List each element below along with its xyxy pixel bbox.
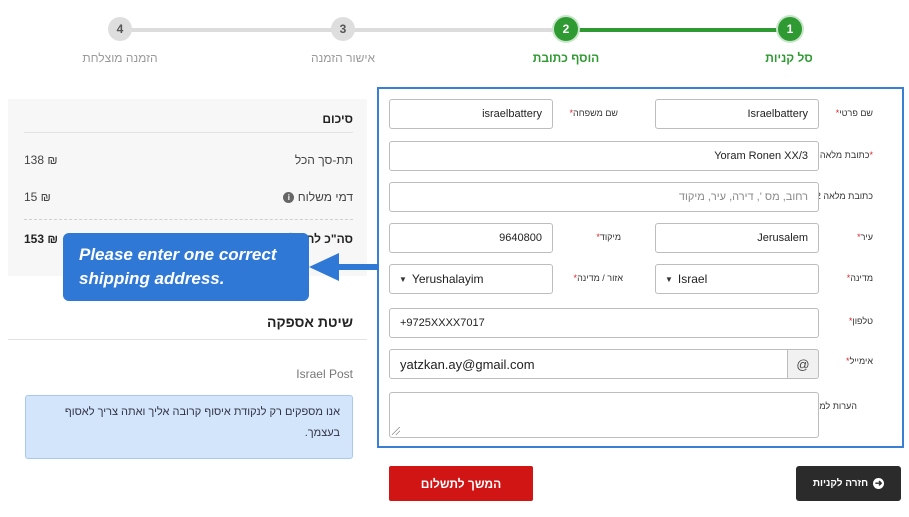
arrow-right-circle-icon: ➜: [873, 478, 885, 489]
region-select[interactable]: ▼ Yerushalayim: [389, 264, 553, 294]
zip-label: מיקוד*: [596, 232, 621, 242]
country-select[interactable]: ▼ Israel: [655, 264, 819, 294]
phone-label: טלפון*: [848, 316, 873, 326]
chevron-down-icon: ▼: [399, 274, 407, 284]
continue-to-payment-button[interactable]: המשך לתשלום: [389, 466, 533, 501]
shipping-info-note: אנו מספקים רק לנקודת איסוף קרובה אליך וא…: [25, 395, 353, 459]
shipping-fee-row: דמי משלוח i 15 ₪: [24, 190, 353, 204]
checkout-stepper: 1 2 3 4 סל קניות הוסף כתובת אישור הזמנה …: [0, 0, 909, 80]
callout-arrow-icon: [309, 253, 379, 281]
phone-field[interactable]: +9725XXXX7017: [389, 308, 819, 338]
country-label: מדינה*: [846, 273, 873, 283]
shipping-divider: [8, 339, 367, 340]
step-2-circle: 2: [554, 17, 578, 41]
subtotal-label: תת-סך הכל: [294, 153, 353, 167]
info-icon[interactable]: i: [283, 192, 295, 204]
country-value: Israel: [677, 272, 708, 286]
address2-label: כתובת מלאה 2: [816, 191, 873, 201]
address2-field[interactable]: רחוב, מס ', דירה, עיר, מיקוד: [389, 182, 819, 212]
shipping-option-israel-post[interactable]: Israel Post: [296, 367, 353, 381]
step-3-circle: 3: [331, 17, 355, 41]
summary-dashed-divider: [24, 219, 353, 220]
summary-title: סיכום: [322, 112, 353, 126]
step-1-label[interactable]: סל קניות: [765, 51, 812, 65]
subtotal-row: תת-סך הכל 138 ₪: [24, 153, 353, 167]
callout-line-1: Please enter one correct: [79, 245, 277, 264]
step-1-circle: 1: [778, 17, 802, 41]
city-label: עיר*: [857, 232, 873, 242]
at-sign-icon: @: [788, 349, 819, 379]
stepper-line-complete: [566, 28, 790, 32]
address1-label: *כתובת מלאה 1: [812, 150, 873, 160]
email-field[interactable]: yatzkan.ay@gmail.com: [389, 349, 788, 379]
shipping-fee-label: דמי משלוח: [297, 190, 353, 204]
total-value: 153 ₪: [24, 232, 58, 246]
back-to-shop-button[interactable]: ➜ חזרה לקניות: [796, 466, 901, 501]
step-4-circle: 4: [108, 17, 132, 41]
subtotal-value: 138 ₪: [24, 153, 58, 167]
back-to-shop-label: חזרה לקניות: [812, 478, 869, 489]
address-callout: Please enter one correct shipping addres…: [63, 233, 309, 301]
first-name-field[interactable]: Israelbattery: [655, 99, 819, 129]
address1-field[interactable]: Yoram Ronen XX/3: [389, 141, 819, 171]
region-label: אזור / מדינה*: [573, 273, 623, 283]
resize-handle-icon[interactable]: [392, 427, 400, 435]
summary-divider: [24, 132, 353, 133]
last-name-field[interactable]: israelbattery: [389, 99, 553, 129]
step-3-label: אישור הזמנה: [310, 51, 376, 65]
zip-field[interactable]: 9640800: [389, 223, 553, 253]
shipping-method-title: שיטת אספקה: [267, 314, 353, 330]
email-label: אימייל*: [846, 356, 873, 366]
notes-textarea[interactable]: [389, 392, 819, 438]
callout-line-2: shipping address.: [79, 269, 225, 288]
step-2-label: הוסף כתובת: [532, 51, 600, 65]
chevron-down-icon: ▼: [665, 274, 673, 284]
city-field[interactable]: Jerusalem: [655, 223, 819, 253]
region-value: Yerushalayim: [411, 272, 484, 286]
step-4-label: הזמנה מוצלחת: [82, 51, 158, 65]
shipping-fee-value: 15 ₪: [24, 190, 51, 204]
last-name-label: שם משפחה*: [569, 108, 618, 118]
first-name-label: שם פרטי*: [835, 108, 873, 118]
